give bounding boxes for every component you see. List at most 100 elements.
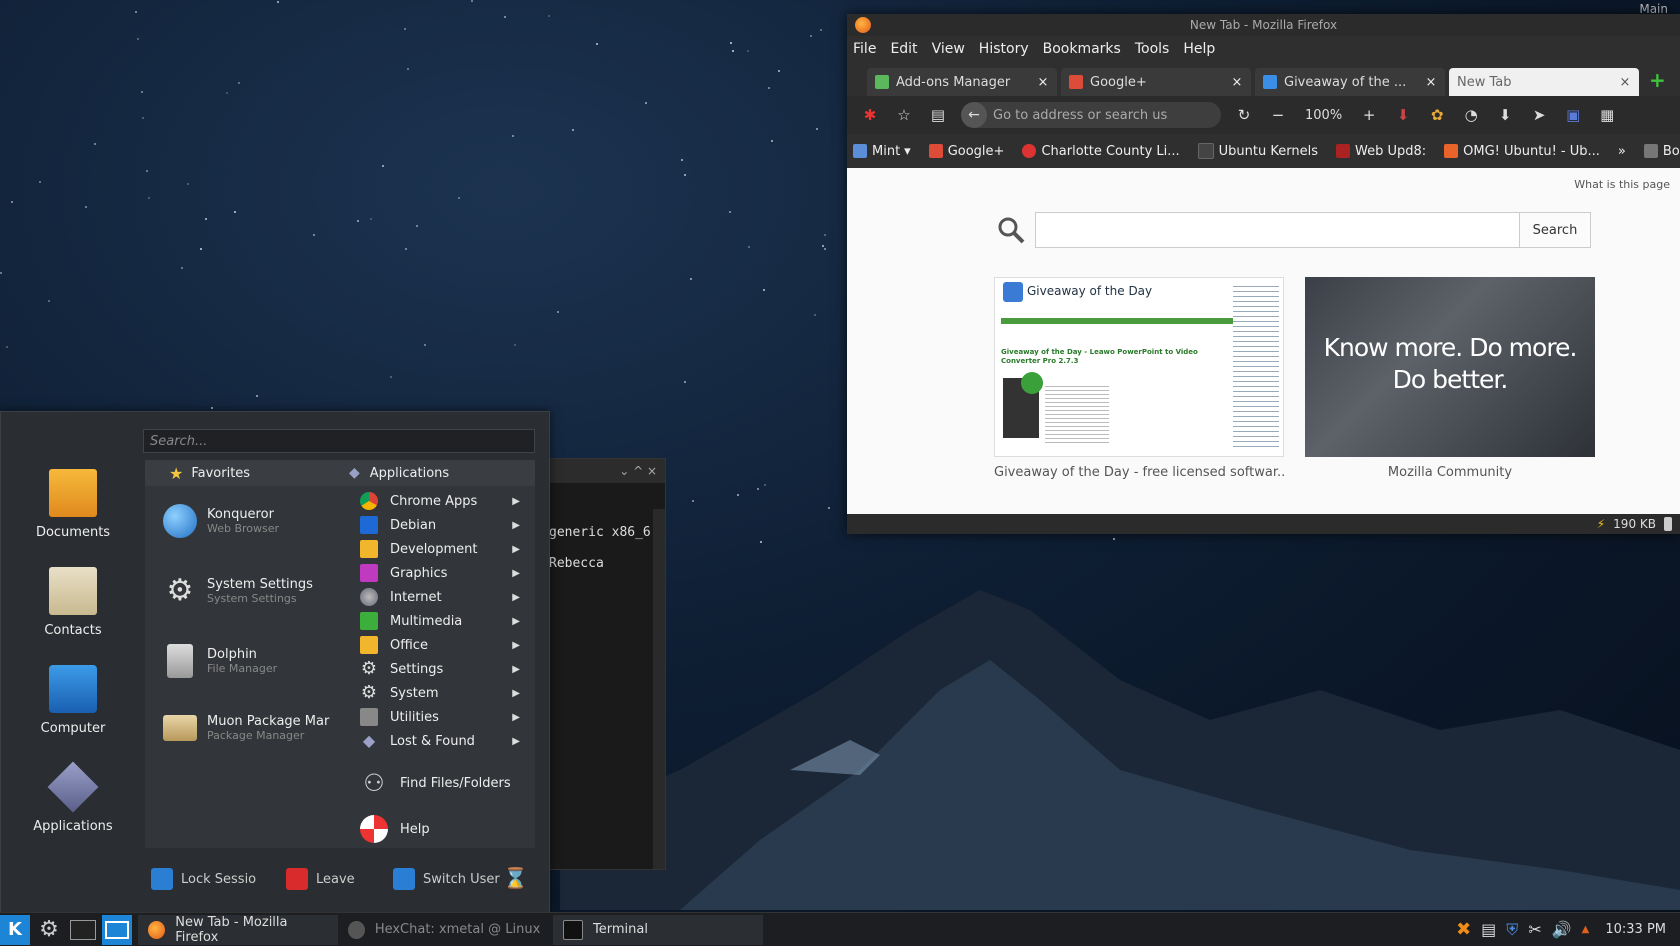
tray-expand-icon[interactable]: ▲	[1582, 924, 1590, 935]
terminal-launcher-icon[interactable]	[68, 915, 98, 945]
sidebar-item-documents[interactable]: Documents	[1, 442, 145, 540]
bookmark-star-icon[interactable]: ☆	[893, 104, 915, 126]
star	[514, 344, 516, 346]
bookmark-ubuntu-kernels[interactable]: Ubuntu Kernels	[1197, 143, 1318, 159]
bookmark-google-plus[interactable]: Google+	[928, 144, 1004, 159]
find-files-item[interactable]: ⚇ Find Files/Folders	[360, 766, 530, 800]
abp-icon[interactable]: ▣	[1562, 104, 1584, 126]
menu-file[interactable]: File	[853, 41, 876, 57]
kde-launcher-icon[interactable]: K	[0, 914, 30, 945]
update-icon[interactable]: ✖	[1456, 919, 1471, 940]
menu-history[interactable]: History	[979, 41, 1029, 57]
whats-this-link[interactable]: What is this page	[1574, 178, 1670, 191]
applications-header[interactable]: ◆ Applications	[349, 465, 449, 481]
firefox-window[interactable]: New Tab - Mozilla Firefox File Edit View…	[847, 14, 1680, 534]
menu-help[interactable]: Help	[1183, 41, 1215, 57]
hourglass-icon[interactable]: ⌛	[503, 866, 528, 890]
search-button[interactable]: Search	[1520, 212, 1591, 248]
new-tab-button[interactable]: +	[1649, 68, 1666, 92]
close-icon[interactable]: ×	[1619, 75, 1631, 90]
back-arrow-icon[interactable]: ←	[961, 102, 987, 128]
addon-red-icon[interactable]: ✱	[859, 104, 881, 126]
menu-bookmarks[interactable]: Bookmarks	[1043, 41, 1121, 57]
tab-google-plus[interactable]: Google+ ×	[1061, 68, 1251, 96]
category-chrome-apps[interactable]: Chrome Apps ▶	[360, 490, 530, 512]
addon-grey-icon[interactable]: ◔	[1460, 104, 1482, 126]
zoom-in-button[interactable]: +	[1358, 104, 1380, 126]
search-input[interactable]	[1035, 212, 1520, 248]
window-titlebar[interactable]: New Tab - Mozilla Firefox	[847, 14, 1680, 36]
category-graphics[interactable]: Graphics ▶	[360, 562, 530, 584]
menu-icon[interactable]: ▦	[1596, 104, 1618, 126]
sidebar-item-computer[interactable]: Computer	[1, 638, 145, 736]
favorite-muon[interactable]: Muon Package Mar Package Manager	[163, 714, 329, 742]
star	[94, 143, 96, 145]
bookmark-charlotte-county[interactable]: Charlotte County Li...	[1022, 144, 1180, 159]
menu-tools[interactable]: Tools	[1135, 41, 1170, 57]
tab-giveaway[interactable]: Giveaway of the ... ×	[1255, 68, 1445, 96]
reload-icon[interactable]: ↻	[1233, 104, 1255, 126]
terminal-window[interactable]: ⌄ ^ × generic x86_6 Rebecca	[548, 458, 666, 870]
category-internet[interactable]: Internet ▶	[360, 586, 530, 608]
bookmark-omg-ubuntu[interactable]: OMG! Ubuntu! - Ub...	[1444, 144, 1600, 159]
bookmark-bo[interactable]: Bo	[1643, 144, 1680, 159]
category-lost-found[interactable]: ◆ Lost & Found ▶	[360, 730, 530, 752]
close-icon[interactable]: ×	[1425, 75, 1437, 90]
download-helper-icon[interactable]: ⬇	[1392, 104, 1414, 126]
favorite-system-settings[interactable]: ⚙ System Settings System Settings	[163, 574, 313, 608]
zoom-out-button[interactable]: −	[1267, 104, 1289, 126]
category-system[interactable]: ⚙ System ▶	[360, 682, 530, 704]
window-controls[interactable]: ⌄ ^ ×	[619, 464, 657, 478]
menu-search-input[interactable]: Search...	[143, 429, 535, 453]
greasemonkey-icon[interactable]: ✿	[1426, 104, 1448, 126]
favorite-dolphin[interactable]: Dolphin File Manager	[163, 644, 277, 678]
category-development[interactable]: Development ▶	[360, 538, 530, 560]
zoom-level[interactable]: 100%	[1305, 108, 1342, 123]
bookmark-mint[interactable]: Mint ▾	[853, 144, 911, 159]
category-settings[interactable]: ⚙ Settings ▶	[360, 658, 530, 680]
tab-addons-manager[interactable]: Add-ons Manager ×	[867, 68, 1057, 96]
sidebar-item-applications[interactable]: Applications	[1, 736, 145, 834]
category-office[interactable]: Office ▶	[360, 634, 530, 656]
send-icon[interactable]: ➤	[1528, 104, 1550, 126]
task-firefox[interactable]: New Tab - Mozilla Firefox	[138, 914, 338, 945]
menu-edit[interactable]: Edit	[890, 41, 917, 57]
bookmark-web-upd8[interactable]: Web Upd8:	[1335, 144, 1426, 159]
terminal-titlebar[interactable]: ⌄ ^ ×	[549, 459, 665, 483]
help-item[interactable]: Help	[360, 812, 530, 846]
tile-sidebar	[1233, 282, 1279, 447]
url-bar[interactable]: ← Go to address or search us	[961, 102, 1221, 128]
arrow-right-icon: ▶	[512, 735, 520, 747]
trash-icon[interactable]	[1664, 517, 1672, 531]
switch-user-button[interactable]: Switch User	[393, 868, 500, 890]
favorite-konqueror[interactable]: Konqueror Web Browser	[163, 504, 279, 538]
sidebar-item-contacts[interactable]: Contacts	[1, 540, 145, 638]
scissors-icon[interactable]: ✂	[1528, 920, 1541, 939]
close-icon[interactable]: ×	[1231, 75, 1243, 90]
clipboard-icon[interactable]: ▤	[927, 104, 949, 126]
clock[interactable]: 10:33 PM	[1605, 922, 1666, 937]
shield-icon[interactable]: ⛨	[1506, 920, 1518, 940]
terminal-scrollbar[interactable]	[653, 509, 665, 869]
volume-icon[interactable]: 🔊	[1552, 920, 1572, 939]
system-settings-icon[interactable]: ⚙	[34, 915, 64, 945]
desktop-icon[interactable]	[102, 914, 132, 945]
category-debian[interactable]: Debian ▶	[360, 514, 530, 536]
category-utilities[interactable]: Utilities ▶	[360, 706, 530, 728]
tile-giveaway[interactable]: Giveaway of the Day Giveaway of the Day …	[994, 277, 1284, 480]
applications-icon	[47, 761, 99, 813]
task-terminal[interactable]: Terminal	[553, 914, 763, 945]
lock-session-button[interactable]: Lock Sessio	[151, 868, 256, 890]
leave-button[interactable]: Leave	[286, 868, 355, 890]
favorites-header[interactable]: ★ Favorites	[169, 464, 339, 483]
star	[596, 43, 598, 45]
clipboard-icon[interactable]: ▤	[1481, 920, 1496, 939]
close-icon[interactable]: ×	[1037, 75, 1049, 90]
bookmarks-overflow-button[interactable]: »	[1618, 144, 1626, 159]
category-multimedia[interactable]: Multimedia ▶	[360, 610, 530, 632]
tile-mozilla-community[interactable]: Know more. Do more. Do better. Mozilla C…	[1305, 277, 1595, 480]
downloads-icon[interactable]: ⬇	[1494, 104, 1516, 126]
tab-new-tab[interactable]: New Tab ×	[1449, 68, 1639, 96]
task-hexchat[interactable]: HexChat: xmetal @ Linux Mint	[338, 915, 553, 945]
menu-view[interactable]: View	[932, 41, 965, 57]
